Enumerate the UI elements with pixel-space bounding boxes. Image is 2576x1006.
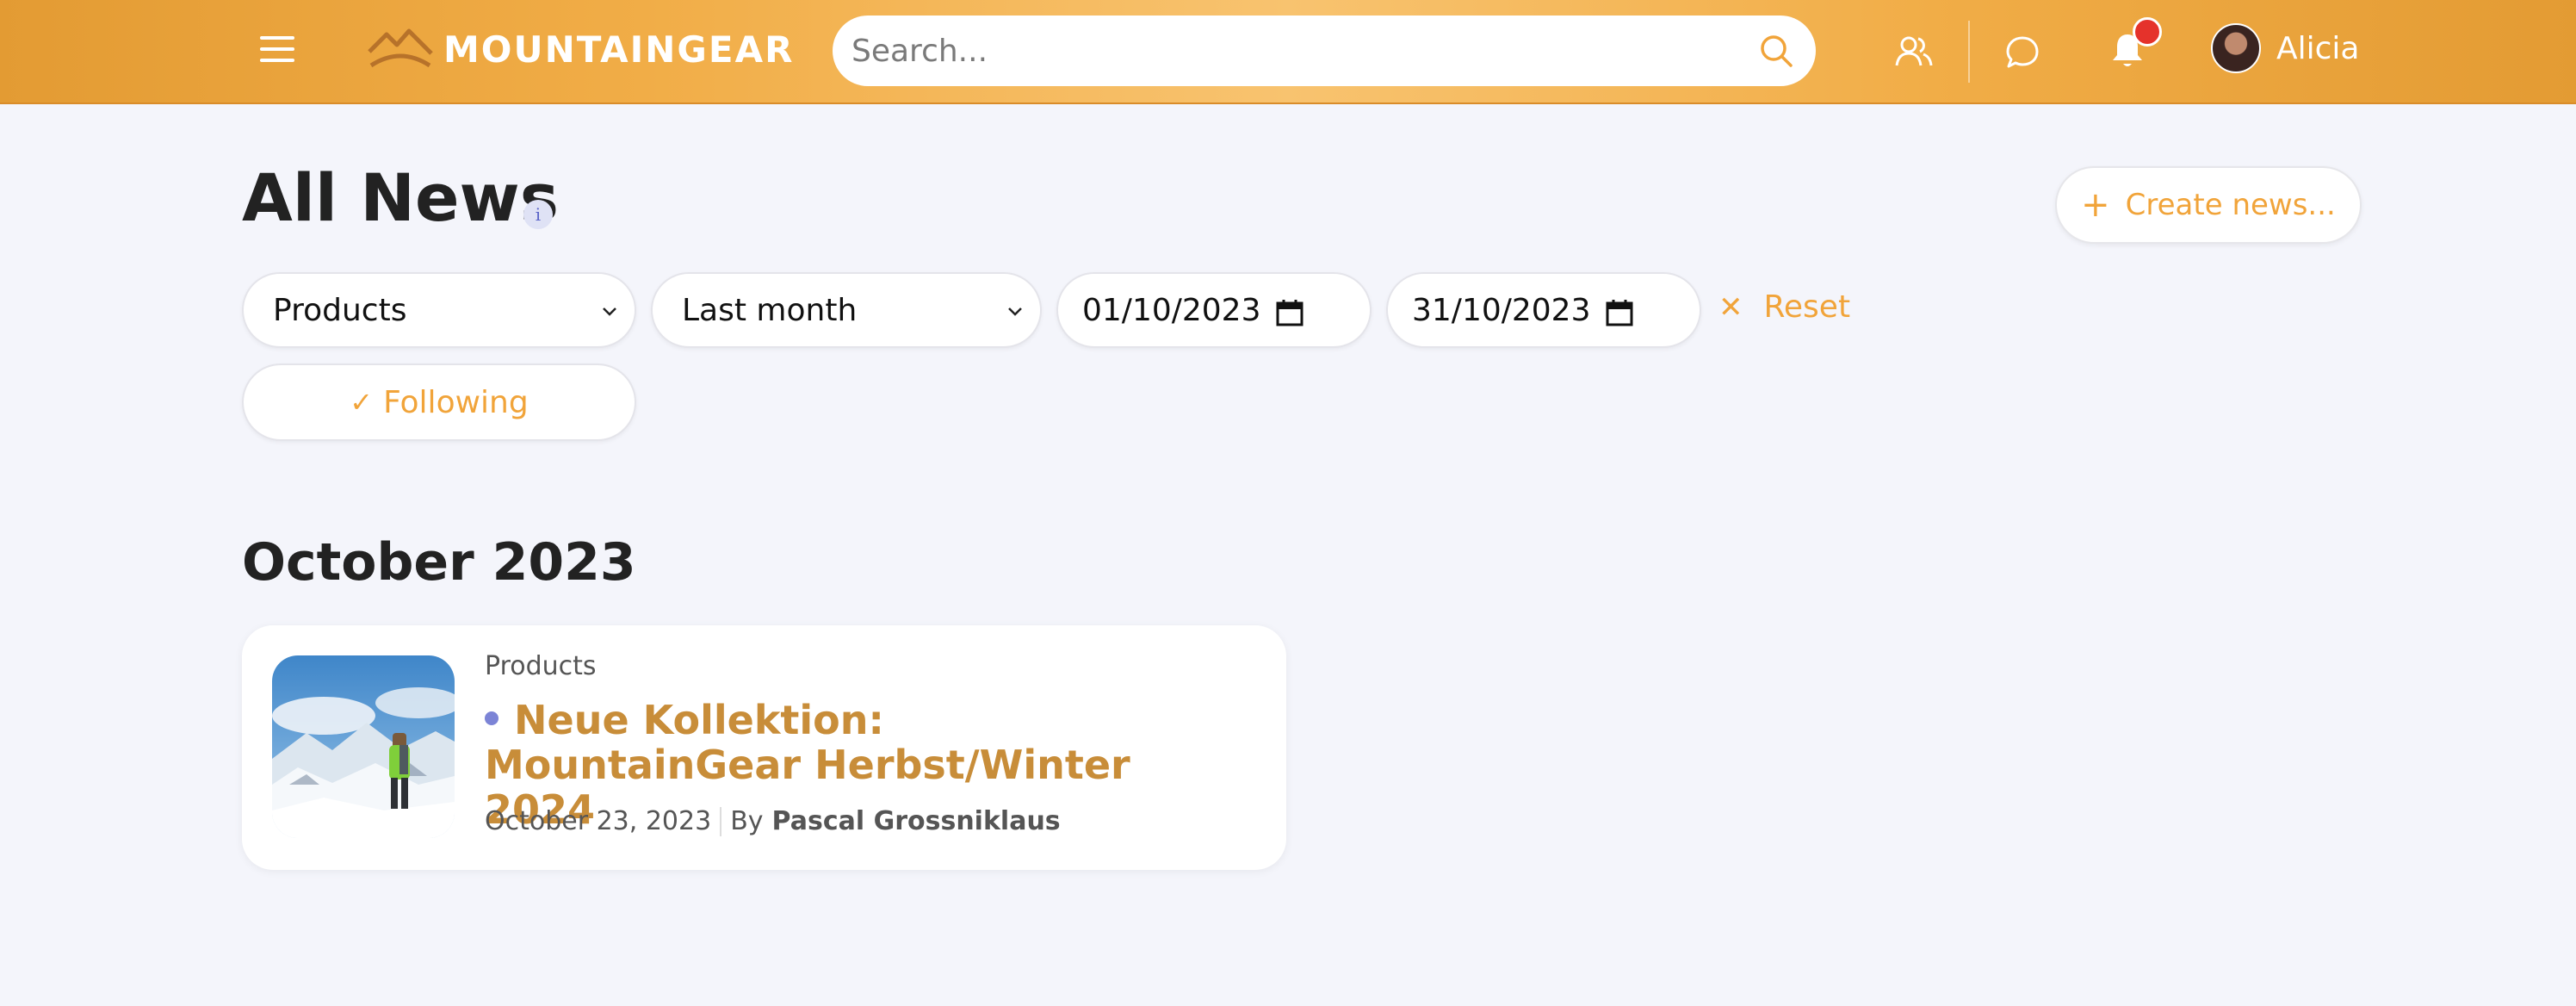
news-thumbnail[interactable] bbox=[272, 655, 455, 838]
category-select-value: Products bbox=[273, 292, 407, 328]
brand-logo[interactable]: MOUNTAINGEAR bbox=[366, 26, 794, 72]
news-author: Pascal Grossniklaus bbox=[771, 806, 1061, 836]
calendar-icon[interactable] bbox=[1605, 298, 1634, 327]
period-select[interactable]: Last month bbox=[651, 272, 1042, 348]
page-title: All News bbox=[242, 159, 559, 236]
chat-icon[interactable] bbox=[2004, 34, 2040, 71]
create-news-button[interactable]: + Create news... bbox=[2055, 166, 2362, 244]
date-to-value: 31/10/2023 bbox=[1412, 292, 1591, 328]
period-select-value: Last month bbox=[682, 292, 858, 328]
mountain-photo-image bbox=[272, 655, 455, 838]
notification-badge bbox=[2133, 17, 2162, 47]
news-by-label: By bbox=[730, 806, 764, 836]
plus-icon: + bbox=[2081, 185, 2110, 225]
reset-button[interactable]: ✕ Reset bbox=[1718, 289, 1850, 325]
news-meta: October 23, 2023 By Pascal Grossniklaus bbox=[485, 806, 1061, 836]
chevron-down-icon bbox=[1008, 307, 1022, 316]
date-from-value: 01/10/2023 bbox=[1082, 292, 1261, 328]
news-card[interactable]: Products Neue Kollektion: MountainGear H… bbox=[242, 625, 1286, 870]
nav-divider bbox=[1968, 21, 1970, 83]
menu-icon[interactable] bbox=[260, 36, 294, 65]
top-navigation-bar: MOUNTAINGEAR Alicia bbox=[0, 0, 2576, 104]
mountain-logo-icon bbox=[368, 28, 433, 68]
following-label: Following bbox=[383, 384, 529, 420]
date-to-field[interactable]: 31/10/2023 bbox=[1386, 272, 1701, 348]
following-toggle[interactable]: ✓ Following bbox=[242, 363, 636, 441]
info-icon[interactable]: i bbox=[523, 200, 553, 229]
search-input[interactable] bbox=[850, 32, 1757, 70]
close-icon: ✕ bbox=[1718, 289, 1743, 325]
people-icon[interactable] bbox=[1895, 34, 1933, 69]
create-news-label: Create news... bbox=[2125, 188, 2336, 222]
news-category: Products bbox=[485, 651, 597, 681]
reset-label: Reset bbox=[1763, 289, 1851, 325]
date-from-field[interactable]: 01/10/2023 bbox=[1056, 272, 1372, 348]
user-menu[interactable]: Alicia bbox=[2211, 23, 2360, 73]
category-select[interactable]: Products bbox=[242, 272, 636, 348]
calendar-icon[interactable] bbox=[1275, 298, 1304, 327]
avatar bbox=[2211, 23, 2261, 73]
user-name: Alicia bbox=[2276, 30, 2360, 66]
search-icon[interactable] bbox=[1757, 32, 1795, 70]
chevron-down-icon bbox=[603, 307, 616, 316]
meta-divider bbox=[720, 806, 722, 836]
news-date: October 23, 2023 bbox=[485, 806, 712, 836]
unread-indicator bbox=[485, 711, 498, 725]
search-bar[interactable] bbox=[833, 16, 1816, 86]
check-icon: ✓ bbox=[350, 386, 374, 419]
brand-name: MOUNTAINGEAR bbox=[443, 28, 795, 71]
section-title: October 2023 bbox=[242, 532, 636, 593]
